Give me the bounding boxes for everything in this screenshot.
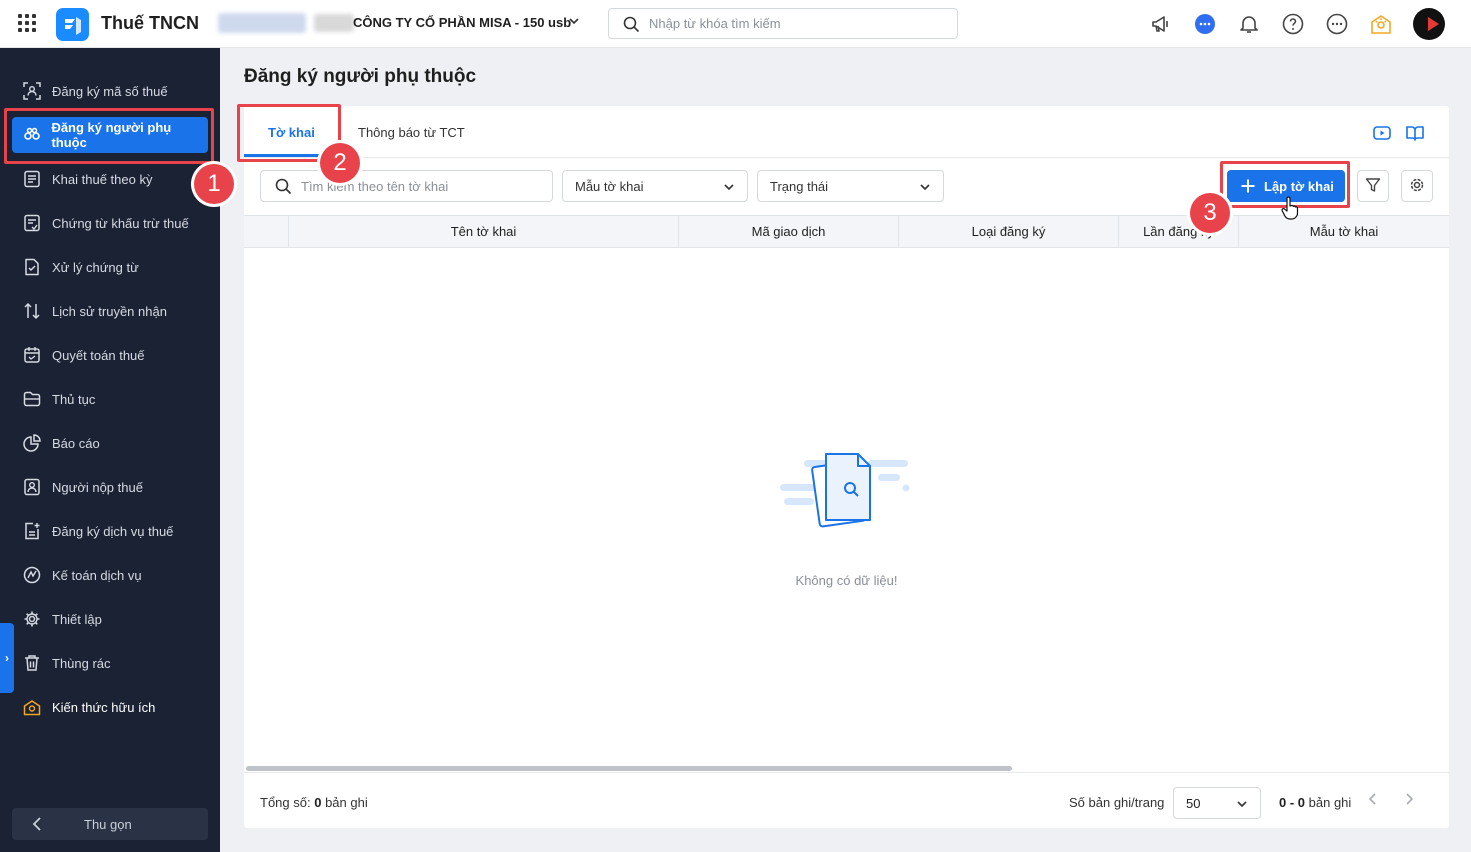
column-header-loai-dang-ky[interactable]: Loại đăng ký: [898, 216, 1118, 247]
more-icon[interactable]: [1325, 12, 1349, 36]
annotation-box-1: [4, 108, 214, 164]
doc-check-icon: [12, 258, 52, 276]
per-page-label: Số bản ghi/trang: [1069, 795, 1165, 810]
empty-state-illustration: [780, 446, 912, 535]
gear-icon: [12, 610, 52, 628]
sidebar-item-nguoi-nop-thue[interactable]: Người nộp thuế: [12, 469, 208, 505]
person-card-icon: [12, 478, 52, 496]
content-card: Tờ khai Thông báo từ TCT Mẫu tờ khai Trạ…: [244, 106, 1449, 828]
sidebar-item-lich-su-truyen-nhan[interactable]: Lịch sử truyền nhận: [12, 293, 208, 329]
knowledge-icon[interactable]: [1369, 12, 1393, 36]
sidebar-item-khai-thue-theo-ky[interactable]: Khai thuế theo kỳ: [12, 161, 208, 197]
column-header-ten-to-khai[interactable]: Tên tờ khai: [288, 216, 678, 247]
chevron-right-icon: ›: [5, 651, 9, 665]
tax-code-blurred: [218, 13, 306, 33]
expand-handle[interactable]: ›: [0, 623, 14, 693]
settings-button[interactable]: [1401, 170, 1433, 202]
knowledge-icon: [12, 698, 52, 716]
search-icon: [275, 178, 292, 198]
id-scan-icon: [12, 82, 52, 100]
sidebar-item-dang-ky-dich-vu-thue[interactable]: Đăng ký dịch vụ thuế: [12, 513, 208, 549]
sidebar-item-chung-tu-khau-tru-thue[interactable]: Chứng từ khấu trừ thuế: [12, 205, 208, 241]
sidebar: Đăng ký mã số thuế Đăng ký người phụ thu…: [0, 48, 220, 852]
sidebar-item-bao-cao[interactable]: Báo cáo: [12, 425, 208, 461]
company-name[interactable]: CÔNG TY CỔ PHẦN MISA - 150 usb: [353, 15, 571, 30]
calendar-check-icon: [12, 346, 52, 364]
chevron-down-icon: [917, 179, 933, 198]
help-icon[interactable]: [1281, 12, 1305, 36]
horizontal-scrollbar[interactable]: [246, 766, 1012, 771]
megaphone-icon[interactable]: [1149, 12, 1173, 36]
book-guide-icon[interactable]: [1405, 123, 1425, 143]
document-icon: [12, 170, 52, 188]
app-title: Thuế TNCN: [101, 13, 199, 33]
global-search[interactable]: [608, 8, 958, 39]
column-header-ma-giao-dich[interactable]: Mã giao dịch: [678, 216, 898, 247]
sidebar-item-quyet-toan-thue[interactable]: Quyết toán thuế: [12, 337, 208, 373]
doc-plus-icon: [12, 522, 52, 540]
sidebar-item-kien-thuc-huu-ich[interactable]: Kiến thức hữu ích: [12, 689, 208, 725]
column-header-mau-to-khai[interactable]: Mẫu tờ khai: [1238, 216, 1449, 247]
annotation-badge-2: 2: [320, 143, 360, 183]
search-icon: [623, 16, 640, 36]
filter-button[interactable]: [1357, 170, 1389, 202]
chevron-down-icon[interactable]: [566, 13, 582, 32]
tab-thong-bao-tu-tct[interactable]: Thông báo từ TCT: [358, 125, 465, 140]
empty-state-text: Không có dữ liệu!: [795, 573, 898, 588]
record-range: 0 - 0 bản ghi: [1279, 795, 1352, 810]
sidebar-item-thu-tuc[interactable]: Thủ tục: [12, 381, 208, 417]
global-search-input[interactable]: [649, 9, 949, 38]
chevron-down-icon: [1234, 796, 1250, 815]
pie-chart-icon: [12, 434, 52, 452]
apps-grid-icon[interactable]: [18, 14, 38, 34]
select-column-header: [244, 216, 288, 247]
hand-cursor-icon: [1281, 196, 1299, 223]
sidebar-item-thiet-lap[interactable]: Thiết lập: [12, 601, 208, 637]
accounting-icon: [12, 566, 52, 584]
chevron-down-icon: [721, 179, 737, 198]
trash-icon: [12, 654, 52, 672]
sidebar-item-thung-rac[interactable]: Thùng rác: [12, 645, 208, 681]
prev-page-icon[interactable]: [1365, 791, 1381, 810]
filter-icon: [1365, 177, 1381, 196]
gear-icon: [1408, 176, 1426, 197]
app-logo: [56, 8, 89, 41]
video-guide-icon[interactable]: [1372, 123, 1392, 143]
avatar[interactable]: [1413, 8, 1445, 40]
annotation-badge-3: 3: [1190, 193, 1230, 233]
per-page-select[interactable]: 50: [1173, 787, 1261, 819]
transfer-icon: [12, 302, 52, 320]
page-title: Đăng ký người phụ thuộc: [244, 66, 477, 87]
template-select[interactable]: Mẫu tờ khai: [562, 170, 748, 202]
sidebar-item-dang-ky-ma-so-thue[interactable]: Đăng ký mã số thuế: [12, 73, 208, 109]
declaration-search[interactable]: [260, 170, 553, 202]
sidebar-item-ke-toan-dich-vu[interactable]: Kế toán dịch vụ: [12, 557, 208, 593]
status-select[interactable]: Trạng thái: [757, 170, 944, 202]
annotation-badge-1: 1: [194, 164, 234, 204]
next-page-icon[interactable]: [1401, 791, 1417, 810]
tab-bar: Tờ khai Thông báo từ TCT: [244, 106, 1449, 158]
top-bar: Thuế TNCN CÔNG TY CỔ PHẦN MISA - 150 usb: [0, 0, 1471, 48]
receipt-icon: [12, 214, 52, 232]
chat-icon[interactable]: [1193, 12, 1217, 36]
table-header: Tên tờ khai Mã giao dịch Loại đăng ký Lầ…: [244, 215, 1449, 248]
test-tag-blurred: [314, 14, 354, 32]
folder-icon: [12, 390, 52, 408]
bell-icon[interactable]: [1237, 12, 1261, 36]
total-records: Tổng số: 0 bản ghi: [260, 795, 368, 810]
pagination-footer: Tổng số: 0 bản ghi Số bản ghi/trang 50 0…: [244, 772, 1449, 828]
sidebar-item-xu-ly-chung-tu[interactable]: Xử lý chứng từ: [12, 249, 208, 285]
chevron-left-icon: [28, 814, 48, 837]
collapse-sidebar-button[interactable]: Thu gọn: [12, 808, 208, 840]
